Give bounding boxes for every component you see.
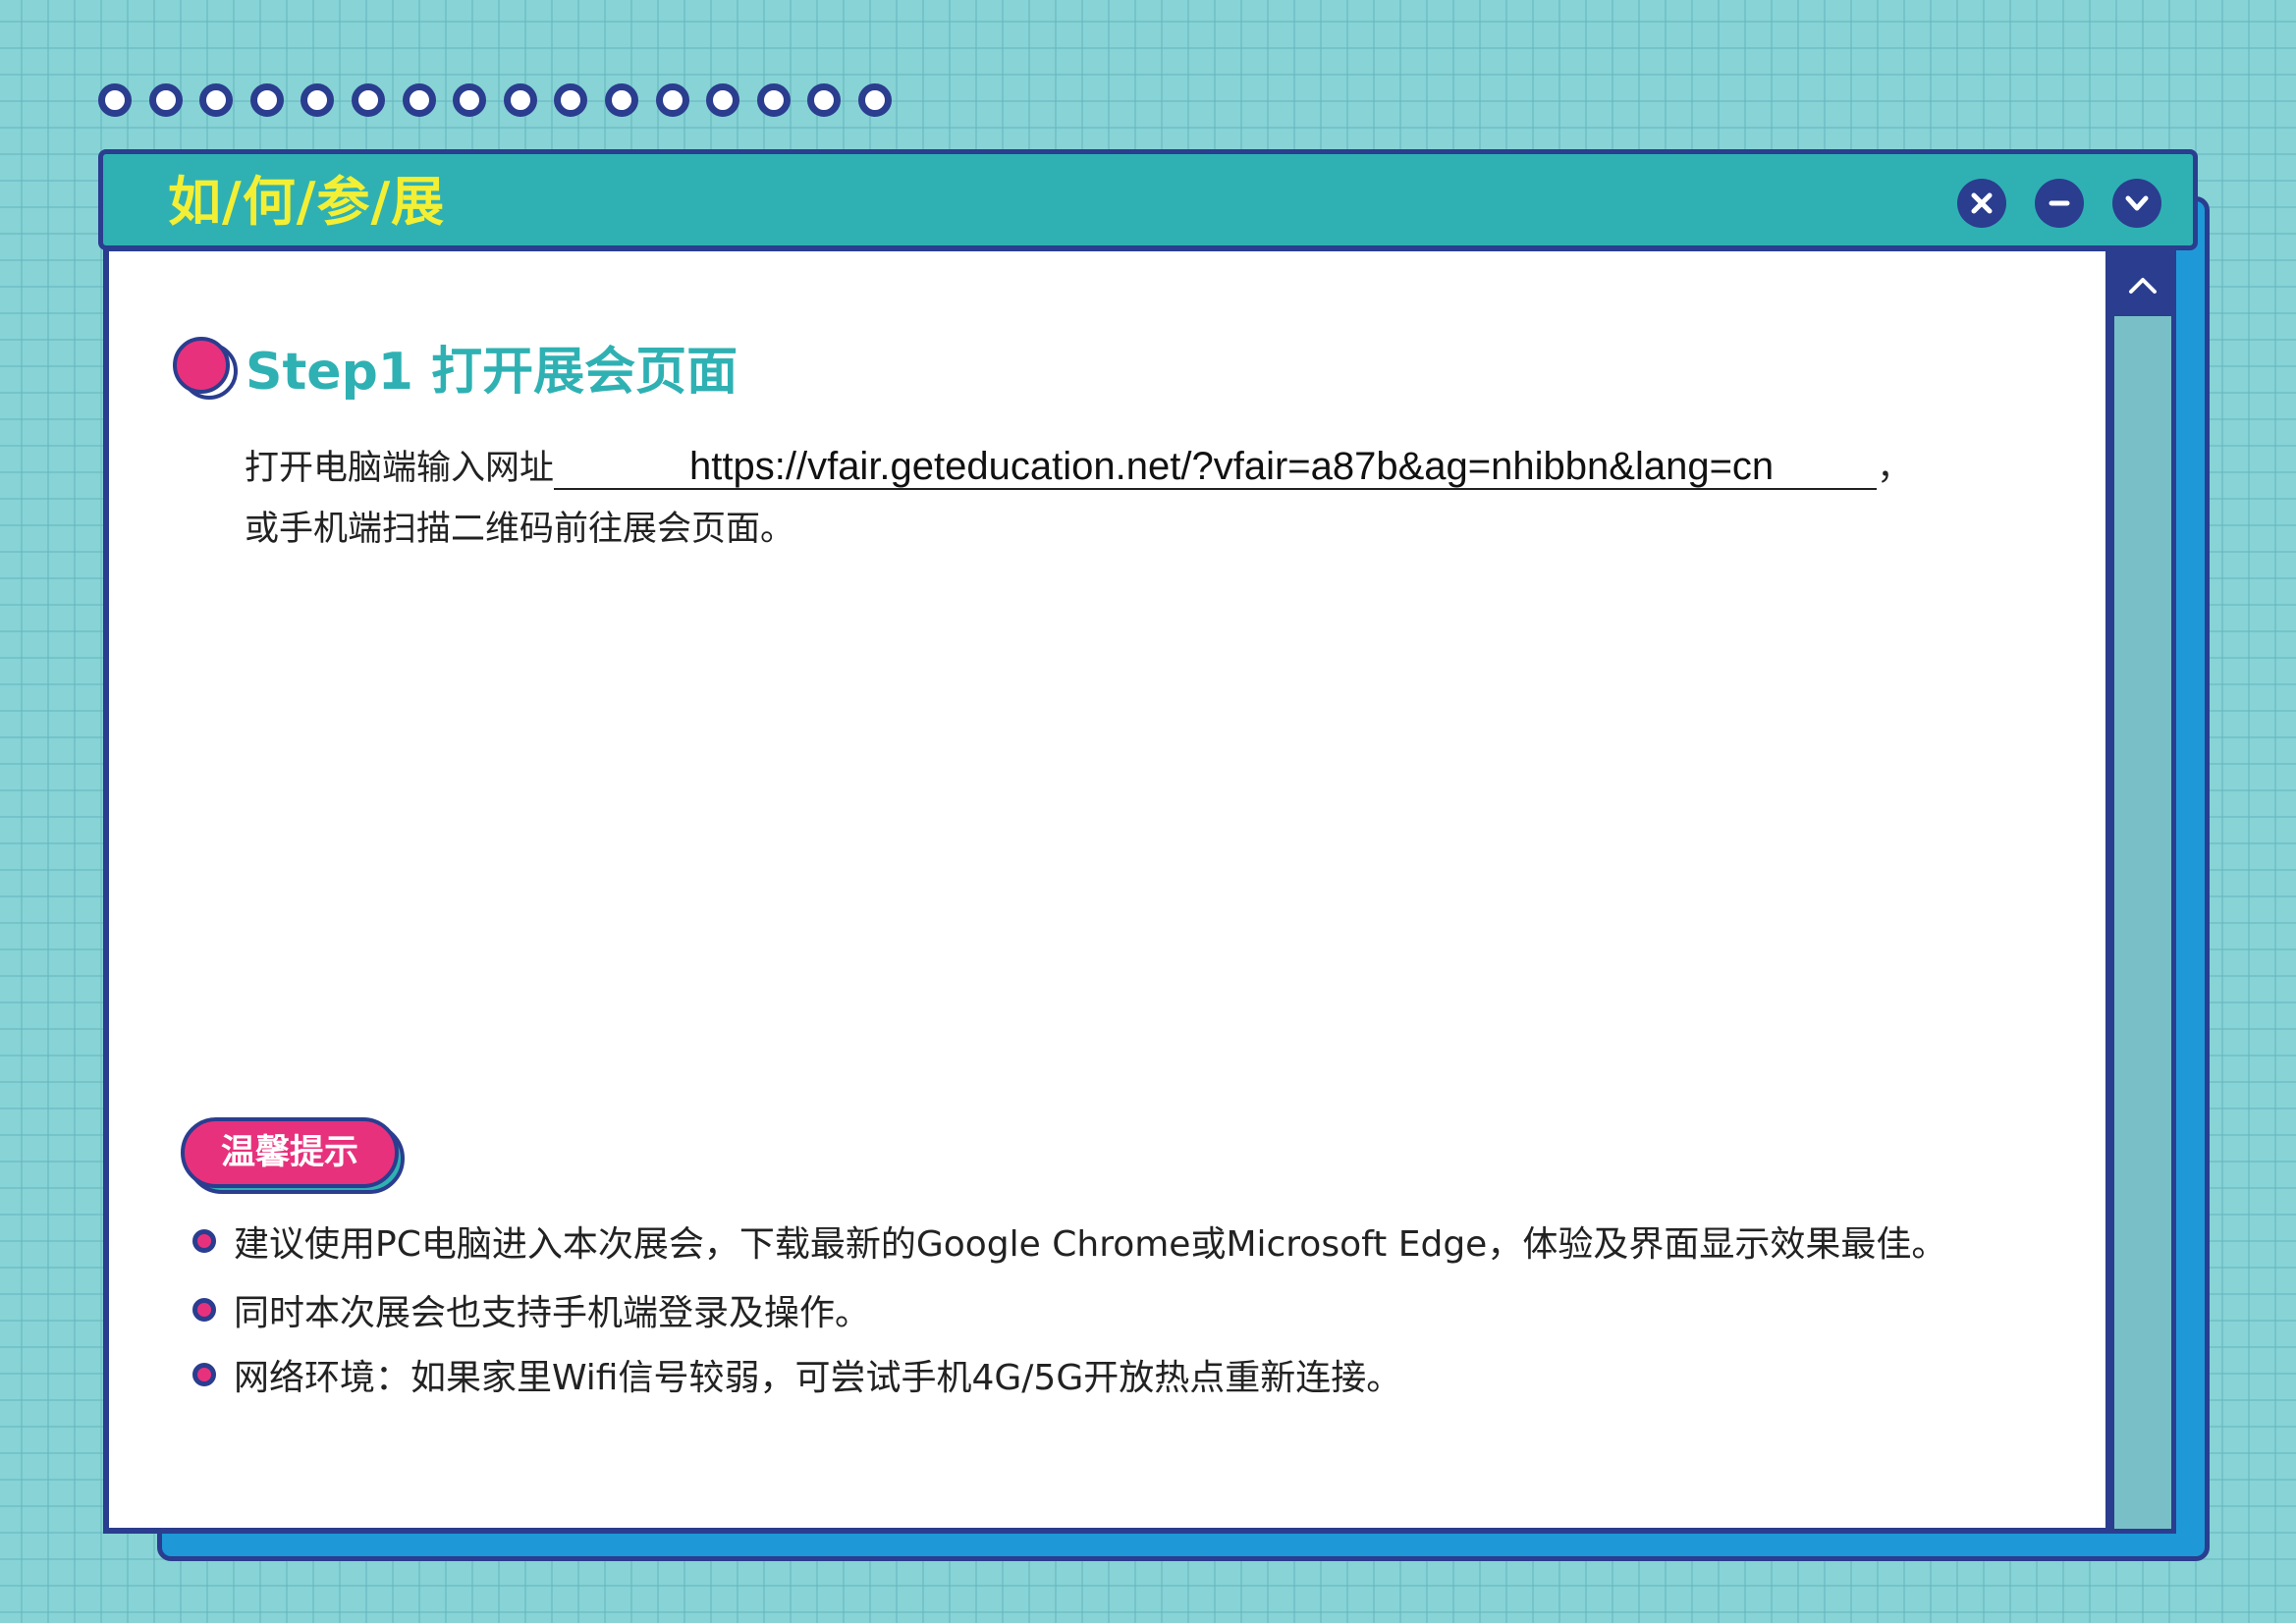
decorative-dot bbox=[98, 83, 132, 117]
decorative-dot bbox=[453, 83, 487, 117]
step-bullet-icon bbox=[173, 336, 238, 400]
tip-text: 网络环境：如果家里Wifi信号较弱，可尝试手机4G/5G开放热点重新连接。 bbox=[234, 1358, 1402, 1398]
bullet-icon bbox=[192, 1298, 216, 1322]
decorative-dot bbox=[351, 83, 385, 117]
decorative-dot bbox=[148, 83, 183, 117]
close-button[interactable] bbox=[1957, 179, 2006, 228]
decorative-dot bbox=[554, 83, 588, 117]
decorative-dot bbox=[655, 83, 689, 117]
tips-badge-label: 温馨提示 bbox=[181, 1117, 399, 1188]
decorative-dot bbox=[604, 83, 638, 117]
tip-item: 网络环境：如果家里Wifi信号较弱，可尝试手机4G/5G开放热点重新连接。 bbox=[192, 1352, 1946, 1398]
scroll-up-button[interactable] bbox=[2114, 255, 2171, 316]
tips-badge: 温馨提示 bbox=[181, 1117, 405, 1194]
bullet-icon bbox=[192, 1229, 216, 1253]
tip-item: 同时本次展会也支持手机端登录及操作。 bbox=[192, 1287, 1946, 1333]
tips-list: 建议使用PC电脑进入本次展会，下载最新的Google Chrome或Micros… bbox=[192, 1218, 1946, 1421]
chevron-up-icon bbox=[2129, 278, 2157, 294]
decorative-dot bbox=[301, 83, 335, 117]
vertical-scrollbar[interactable] bbox=[2109, 250, 2176, 1534]
minimize-icon bbox=[2049, 200, 2070, 206]
window-title: 如/何/参/展 bbox=[168, 171, 446, 233]
decorative-dot bbox=[706, 83, 740, 117]
decorative-dot bbox=[807, 83, 842, 117]
tip-text: 建议使用PC电脑进入本次展会，下载最新的Google Chrome或Micros… bbox=[234, 1224, 1947, 1265]
minimize-button[interactable] bbox=[2035, 179, 2084, 228]
decorative-dot bbox=[503, 83, 537, 117]
decorative-dot bbox=[402, 83, 436, 117]
step-instruction: 打开电脑端输入网址 https://vfair.geteducation.net/… bbox=[245, 438, 2071, 560]
chevron-down-icon bbox=[2125, 195, 2149, 211]
instruction-line-2: 或手机端扫描二维码前往展会页面。 bbox=[245, 510, 795, 549]
exhibition-url-link[interactable]: https://vfair.geteducation.net/?vfair=a8… bbox=[554, 445, 1878, 490]
window-titlebar: 如/何/参/展 bbox=[98, 149, 2198, 250]
step-heading: Step1 打开展会页面 bbox=[173, 330, 738, 404]
close-icon bbox=[1971, 192, 1993, 214]
decorative-dot bbox=[249, 83, 284, 117]
bullet-icon bbox=[192, 1363, 216, 1386]
decorative-dot bbox=[199, 83, 234, 117]
collapse-button[interactable] bbox=[2112, 179, 2161, 228]
decorative-dot bbox=[756, 83, 791, 117]
decorative-dot-row bbox=[98, 83, 892, 117]
instruction-suffix: ， bbox=[1877, 449, 1912, 488]
decorative-dot bbox=[857, 83, 892, 117]
instruction-prefix: 打开电脑端输入网址 bbox=[245, 449, 555, 488]
step-title: Step1 打开展会页面 bbox=[246, 343, 738, 402]
tip-text: 同时本次展会也支持手机端登录及操作。 bbox=[234, 1293, 871, 1333]
window-content: Step1 打开展会页面 打开电脑端输入网址 https://vfair.gete… bbox=[103, 245, 2111, 1534]
tip-item: 建议使用PC电脑进入本次展会，下载最新的Google Chrome或Micros… bbox=[192, 1218, 1947, 1265]
